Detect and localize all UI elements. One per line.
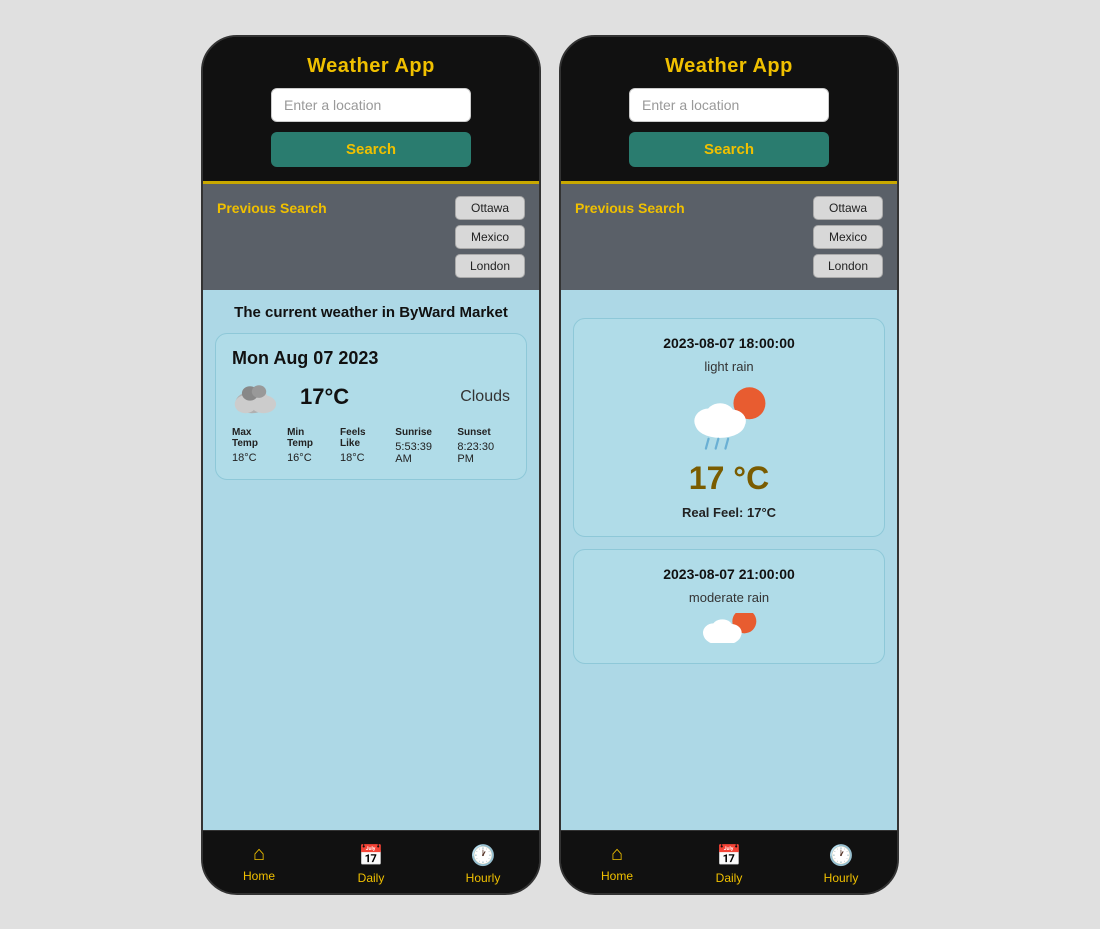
nav-daily-1[interactable]: 📅 Daily [315,839,427,889]
weather-main-row-1: 17°C Clouds [232,379,510,415]
weather-card-1: Mon Aug 07 2023 17°C Clouds Max Temp 18°… [215,333,527,480]
hourly-icon-2: 🕐 [829,843,854,868]
nav-home-label-2: Home [601,869,633,883]
header-1: Weather App Search [203,37,539,184]
hourly-temp-1: 17 °C [689,460,769,497]
search-input-2[interactable] [629,88,829,122]
hourly-feel-1: Real Feel: 17°C [682,505,776,520]
nav-hourly-label-2: Hourly [824,871,859,885]
hourly-time-1: 2023-08-07 18:00:00 [663,335,795,351]
header-2: Weather App Search [561,37,897,184]
nav-home-1[interactable]: ⌂ Home [203,839,315,889]
prev-search-label-1: Previous Search [217,196,327,216]
bottom-nav-2: ⌂ Home 📅 Daily 🕐 Hourly [561,830,897,893]
nav-hourly-2[interactable]: 🕐 Hourly [785,839,897,889]
prev-btn-ottawa-2[interactable]: Ottawa [813,196,883,220]
nav-hourly-label-1: Hourly [466,871,501,885]
prev-btn-mexico-1[interactable]: Mexico [455,225,525,249]
daily-icon-1: 📅 [359,843,384,868]
nav-daily-label-2: Daily [716,871,743,885]
weather-date-1: Mon Aug 07 2023 [232,348,510,369]
nav-hourly-1[interactable]: 🕐 Hourly [427,839,539,889]
weather-temp-1: 17°C [300,384,349,410]
nav-home-2[interactable]: ⌂ Home [561,839,673,889]
prev-search-bar-2: Previous Search Ottawa Mexico London [561,184,897,290]
hourly-icon-1: 🕐 [471,843,496,868]
prev-buttons-1: Ottawa Mexico London [455,196,525,278]
search-input-1[interactable] [271,88,471,122]
prev-search-label-2: Previous Search [575,196,685,216]
phone-2: Weather App Search Previous Search Ottaw… [559,35,899,895]
phone-1: Weather App Search Previous Search Ottaw… [201,35,541,895]
main-content-1: The current weather in ByWard Market Mon… [203,290,539,830]
weather-details-1: Max Temp 18°C Min Temp 16°C Feels Like 1… [232,427,510,465]
nav-daily-label-1: Daily [358,871,385,885]
home-icon-2: ⌂ [611,843,623,866]
search-button-1[interactable]: Search [271,132,471,167]
detail-max-temp: Max Temp 18°C [232,427,277,465]
cloud-icon-1 [232,379,286,415]
prev-btn-london-2[interactable]: London [813,254,883,278]
hourly-desc-1: light rain [704,359,753,374]
prev-btn-mexico-2[interactable]: Mexico [813,225,883,249]
nav-daily-2[interactable]: 📅 Daily [673,839,785,889]
detail-min-temp: Min Temp 16°C [287,427,330,465]
weather-desc-1: Clouds [460,388,510,406]
rain-cloud-icon-1 [689,382,769,452]
detail-feels: Feels Like 18°C [340,427,385,465]
weather-title-1: The current weather in ByWard Market [215,304,527,321]
prev-btn-london-1[interactable]: London [455,254,525,278]
detail-sunrise: Sunrise 5:53:39 AM [395,427,447,465]
prev-buttons-2: Ottawa Mexico London [813,196,883,278]
app-title-1: Weather App [307,55,435,78]
app-title-2: Weather App [665,55,793,78]
prev-btn-ottawa-1[interactable]: Ottawa [455,196,525,220]
rain-cloud-icon-2 [699,613,759,643]
hourly-card-2: 2023-08-07 21:00:00 moderate rain [573,549,885,664]
main-content-2: 2023-08-07 18:00:00 light rain 17 °C Rea… [561,290,897,830]
search-button-2[interactable]: Search [629,132,829,167]
hourly-desc-2: moderate rain [689,590,769,605]
bottom-nav-1: ⌂ Home 📅 Daily 🕐 Hourly [203,830,539,893]
nav-home-label-1: Home [243,869,275,883]
prev-search-bar-1: Previous Search Ottawa Mexico London [203,184,539,290]
hourly-card-1: 2023-08-07 18:00:00 light rain 17 °C Rea… [573,318,885,537]
hourly-time-2: 2023-08-07 21:00:00 [663,566,795,582]
detail-sunset: Sunset 8:23:30 PM [457,427,510,465]
daily-icon-2: 📅 [717,843,742,868]
home-icon-1: ⌂ [253,843,265,866]
